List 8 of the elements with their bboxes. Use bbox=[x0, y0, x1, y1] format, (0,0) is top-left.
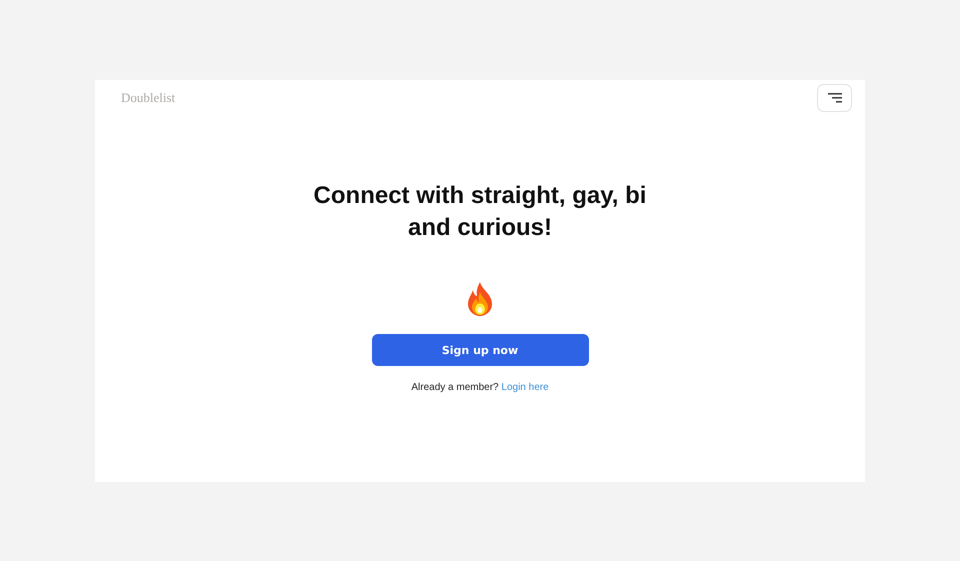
login-link[interactable]: Login here bbox=[501, 382, 549, 393]
signup-button[interactable]: Sign up now bbox=[372, 334, 588, 366]
menu-button[interactable] bbox=[817, 84, 852, 112]
headline: Connect with straight, gay, bi and curious! bbox=[312, 181, 648, 243]
member-prompt: Already a member? Login here bbox=[411, 382, 549, 393]
flame-icon bbox=[466, 282, 494, 316]
menu-icon bbox=[828, 93, 842, 103]
site-logo[interactable]: Doublelist bbox=[121, 90, 176, 106]
